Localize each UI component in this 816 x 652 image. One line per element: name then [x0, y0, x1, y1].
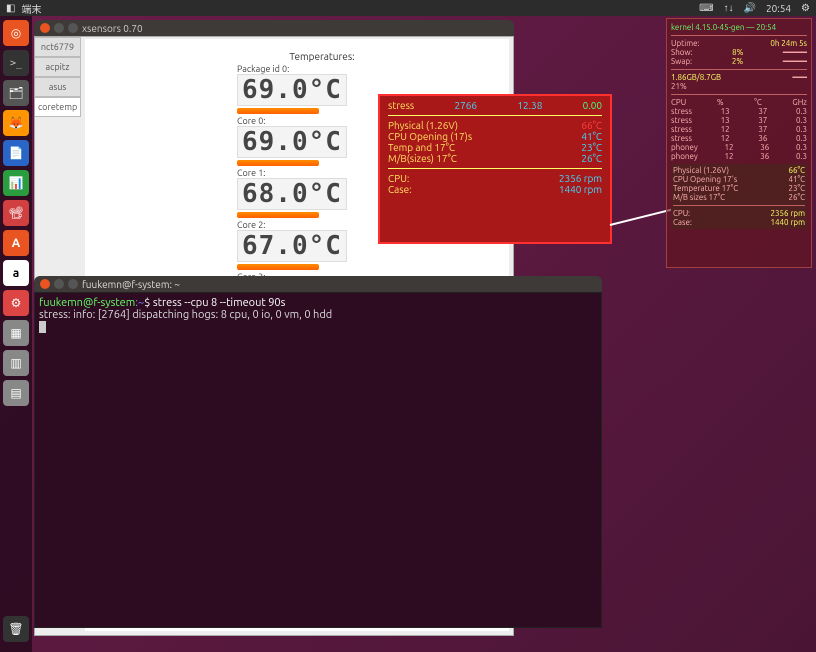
terminal-title-text: fuukemn@f-system: ~: [82, 279, 180, 290]
tab-nct6779[interactable]: nct6779: [35, 37, 81, 57]
app-menu-icon[interactable]: ◧: [6, 2, 15, 14]
network-icon[interactable]: ↑↓: [724, 2, 734, 14]
tab-asus[interactable]: asus: [35, 77, 81, 97]
app-launcher-icon-1[interactable]: ▦: [3, 320, 29, 346]
temp-label-pkg: Package id 0:: [237, 64, 407, 74]
temp-bar: [237, 108, 319, 114]
software-launcher-icon[interactable]: A: [3, 230, 29, 256]
conky-proc-row: stress12360.3: [671, 134, 807, 143]
term-cursor: [39, 321, 46, 333]
tab-acpitz[interactable]: acpitz: [35, 57, 81, 77]
xsensors-title-text: xsensors 0.70: [82, 23, 143, 34]
app-launcher-icon-3[interactable]: ▤: [3, 380, 29, 406]
conky-panel: kernel 4.15.0-45-gen — 20:54 Uptime:0h 2…: [666, 18, 812, 268]
conky-sensor-box: Physical (1.26V)66°C CPU Opening 17's41°…: [671, 164, 807, 229]
minimize-icon[interactable]: [54, 23, 64, 33]
unity-launcher: ◎ >_ 🗂 🦊 📄 📊 📽 A a ⚙ ▦ ▥ ▤ 🗑: [0, 16, 32, 652]
xsensors-titlebar[interactable]: xsensors 0.70: [34, 20, 514, 36]
clock[interactable]: 20:54: [766, 3, 791, 14]
rp-proc: stress: [388, 100, 414, 111]
gear-icon[interactable]: ⚙: [801, 2, 810, 14]
calc-launcher-icon[interactable]: 📊: [3, 170, 29, 196]
terminal-launcher-icon[interactable]: >_: [3, 50, 29, 76]
temp-value-core1: 68.0°C: [237, 178, 347, 210]
temp-value-pkg: 69.0°C: [237, 74, 347, 106]
close-icon[interactable]: [40, 23, 50, 33]
firefox-launcher-icon[interactable]: 🦊: [3, 110, 29, 136]
temp-bar: [237, 212, 319, 218]
minimize-icon[interactable]: [54, 279, 64, 289]
terminal-window[interactable]: fuukemn@f-system:~$ stress --cpu 8 --tim…: [34, 292, 602, 628]
conky-proc-row: stress12370.3: [671, 125, 807, 134]
sound-icon[interactable]: 🔊: [744, 2, 756, 14]
term-command: stress --cpu 8 --timeout 90s: [153, 297, 286, 309]
temp-value-core0: 69.0°C: [237, 126, 347, 158]
top-menubar: ◧ 端末 ⌨ ↑↓ 🔊 20:54 ⚙: [0, 0, 816, 16]
temp-value-core2: 67.0°C: [237, 230, 347, 262]
settings-launcher-icon[interactable]: ⚙: [3, 290, 29, 316]
term-prompt-char: $: [144, 297, 150, 309]
maximize-icon[interactable]: [68, 279, 78, 289]
impress-launcher-icon[interactable]: 📽: [3, 200, 29, 226]
conky-proc-row: stress13370.3: [671, 116, 807, 125]
conky-proc-row: stress13370.3: [671, 107, 807, 116]
sensor-overlay: stress 2766 12.38 0.00 Physical (1.26V)6…: [378, 94, 612, 244]
writer-launcher-icon[interactable]: 📄: [3, 140, 29, 166]
keyboard-icon[interactable]: ⌨: [699, 2, 713, 14]
conky-proc-row: phoney12360.3: [671, 152, 807, 161]
close-icon[interactable]: [40, 279, 50, 289]
amazon-launcher-icon[interactable]: a: [3, 260, 29, 286]
temp-bar: [237, 264, 319, 270]
tab-coretemp[interactable]: coretemp: [35, 97, 81, 117]
app-title: 端末: [21, 1, 41, 16]
temps-heading: Temperatures:: [237, 51, 407, 62]
trash-icon[interactable]: 🗑: [3, 616, 29, 642]
conky-proc-row: phoney12360.3: [671, 143, 807, 152]
files-launcher-icon[interactable]: 🗂: [3, 80, 29, 106]
app-launcher-icon-2[interactable]: ▥: [3, 350, 29, 376]
maximize-icon[interactable]: [68, 23, 78, 33]
temp-bar: [237, 160, 319, 166]
dash-icon[interactable]: ◎: [3, 20, 29, 46]
terminal-titlebar[interactable]: fuukemn@f-system: ~: [34, 276, 602, 292]
term-output: stress: info: [2764] dispatching hogs: 8…: [39, 309, 597, 321]
term-user: fuukemn@f-system: [39, 297, 135, 309]
